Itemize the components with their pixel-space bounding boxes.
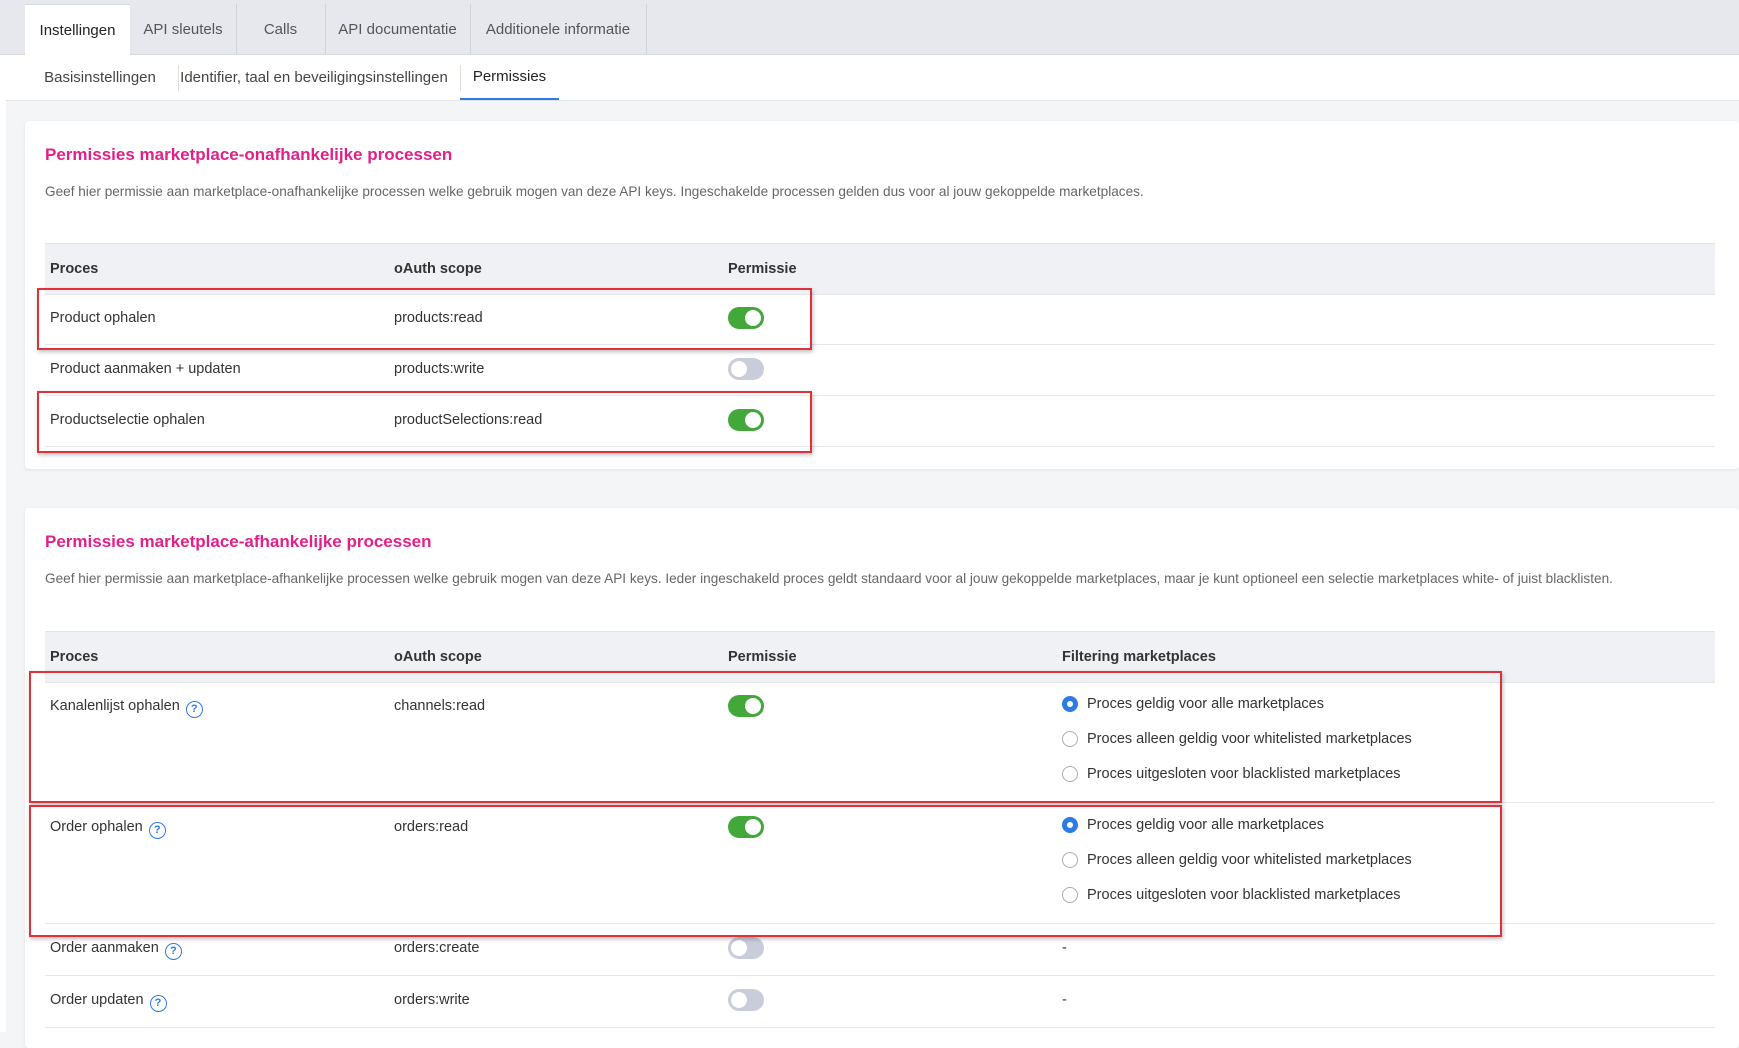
oauth-scope: products:write bbox=[394, 361, 485, 377]
header-permission: Permissie bbox=[728, 261, 797, 277]
process-name: Order updaten bbox=[50, 992, 144, 1008]
filtering-value: - bbox=[1062, 940, 1067, 956]
app-window: Instellingen API sleutels Calls API docu… bbox=[0, 0, 1739, 1048]
header-oauth-scope: oAuth scope bbox=[394, 261, 482, 277]
filtering-value: - bbox=[1062, 992, 1067, 1008]
section-title: Permissies marketplace-onafhankelijke pr… bbox=[45, 145, 453, 164]
tab-calls[interactable]: Calls bbox=[236, 4, 326, 54]
header-process: Proces bbox=[50, 261, 99, 277]
main-tabbar: Instellingen API sleutels Calls API docu… bbox=[0, 0, 1739, 56]
tab-instellingen[interactable]: Instellingen bbox=[25, 4, 130, 56]
highlight-box bbox=[29, 671, 1502, 803]
subtab-identifier-taal-beveiliging[interactable]: Identifier, taal en beveiligingsinstelli… bbox=[178, 55, 450, 99]
oauth-scope: orders:write bbox=[394, 992, 470, 1008]
section-title: Permissies marketplace-afhankelijke proc… bbox=[45, 532, 432, 551]
section-description: Geef hier permissie aan marketplace-afha… bbox=[45, 571, 1613, 586]
tab-api-sleutels[interactable]: API sleutels bbox=[130, 4, 237, 54]
permission-toggle[interactable] bbox=[728, 989, 764, 1011]
permission-toggle[interactable] bbox=[728, 937, 764, 959]
tab-api-documentatie[interactable]: API documentatie bbox=[325, 4, 471, 54]
sub-tabbar: Basisinstellingen Identifier, taal en be… bbox=[6, 55, 1739, 101]
toggle-knob bbox=[731, 361, 747, 377]
table-row: Order updaten? orders:write - bbox=[45, 976, 1715, 1028]
toggle-knob bbox=[731, 992, 747, 1008]
highlight-box bbox=[29, 805, 1502, 937]
oauth-scope: orders:create bbox=[394, 940, 480, 956]
highlight-box bbox=[37, 288, 812, 350]
permission-toggle[interactable] bbox=[728, 358, 764, 380]
subtab-permissies[interactable]: Permissies bbox=[460, 55, 559, 100]
process-name-cell: Order aanmaken? bbox=[50, 940, 182, 960]
highlight-box bbox=[37, 391, 812, 453]
section-description: Geef hier permissie aan marketplace-onaf… bbox=[45, 184, 1144, 199]
process-name: Product aanmaken + updaten bbox=[50, 361, 241, 377]
toggle-knob bbox=[731, 940, 747, 956]
help-icon[interactable]: ? bbox=[164, 943, 182, 960]
subtab-basisinstellingen[interactable]: Basisinstellingen bbox=[28, 55, 172, 99]
tab-additionele-informatie[interactable]: Additionele informatie bbox=[470, 4, 647, 54]
table-row: Product aanmaken + updaten products:writ… bbox=[45, 345, 1715, 396]
process-name-cell: Order updaten? bbox=[50, 992, 167, 1012]
process-name: Order aanmaken bbox=[50, 940, 159, 956]
help-icon[interactable]: ? bbox=[149, 995, 167, 1012]
